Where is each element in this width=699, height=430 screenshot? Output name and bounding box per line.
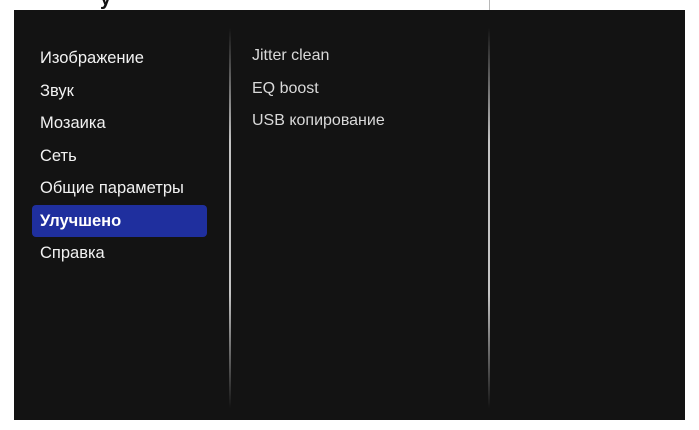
cropped-header-tick	[489, 0, 490, 10]
menu-item-help[interactable]: Справка	[32, 237, 207, 270]
menu-item-tiling[interactable]: Мозаика	[32, 107, 207, 140]
cropped-header-glyph: у	[100, 0, 111, 10]
menu-item-general-settings[interactable]: Общие параметры	[32, 172, 207, 205]
osd-menu-screen: Изображение Звук Мозаика Сеть Общие пара…	[14, 10, 685, 420]
menu-item-network[interactable]: Сеть	[32, 140, 207, 173]
column-divider-left	[229, 28, 231, 408]
main-menu: Изображение Звук Мозаика Сеть Общие пара…	[32, 42, 207, 270]
submenu-item-usb-copy[interactable]: USB копирование	[252, 105, 482, 138]
menu-item-sound[interactable]: Звук	[32, 75, 207, 108]
menu-item-advanced-selected[interactable]: Улучшено	[32, 204, 207, 237]
menu-item-picture[interactable]: Изображение	[32, 42, 207, 75]
submenu-item-jitter-clean[interactable]: Jitter clean	[252, 40, 482, 73]
sub-menu: Jitter clean EQ boost USB копирование	[252, 40, 482, 138]
submenu-item-eq-boost[interactable]: EQ boost	[252, 73, 482, 106]
column-divider-right	[488, 28, 490, 408]
cropped-header-fragment: у	[100, 0, 160, 10]
